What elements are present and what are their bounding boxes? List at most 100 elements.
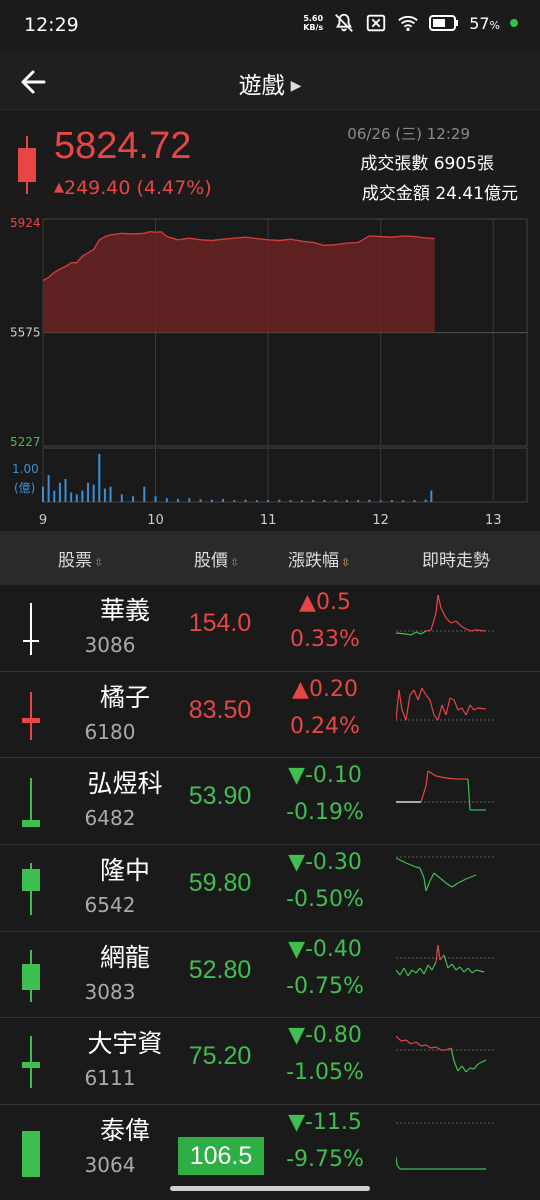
stock-row[interactable]: 華義 3086 154.0 ▲0.5 0.33% xyxy=(0,585,540,672)
volume-bar xyxy=(98,453,101,502)
spark-segment xyxy=(417,687,423,700)
spark-segment xyxy=(450,620,457,624)
volume-panel-frame xyxy=(42,447,528,503)
sort-active-icon: ⇳ xyxy=(341,556,351,569)
candle-body xyxy=(22,820,40,828)
spark-segment xyxy=(425,1044,432,1049)
wifi-icon xyxy=(398,15,418,32)
col-trend: 即時走勢 xyxy=(422,551,490,571)
volume-bar xyxy=(188,498,191,502)
y-tick-label: 5924 xyxy=(10,216,41,230)
x-tick-label: 11 xyxy=(260,513,277,528)
spark-segment xyxy=(420,1044,427,1048)
up-triangle-icon: ▲ xyxy=(54,180,64,195)
stock-list: 華義 3086 154.0 ▲0.5 0.33% 橘子 6180 83.50 ▲… xyxy=(0,585,540,1192)
spark-segment xyxy=(440,607,447,619)
stock-change-pct: -9.75% xyxy=(286,1147,364,1173)
spark-segment xyxy=(419,967,425,975)
spark-segment xyxy=(477,707,487,710)
spark-segment xyxy=(405,1039,412,1045)
close-box-icon xyxy=(367,14,386,32)
spark-segment xyxy=(396,1164,401,1170)
stock-change: ▼-11.5 xyxy=(288,1110,362,1136)
stock-change: ▼-0.40 xyxy=(288,936,362,962)
spark-segment xyxy=(453,1061,459,1072)
stock-code: 6542 xyxy=(84,893,136,918)
stock-row[interactable]: 弘煜科 6482 53.90 ▼-0.10 -0.19% xyxy=(0,758,540,846)
spark-segment xyxy=(420,786,427,803)
volume-bar xyxy=(222,498,225,502)
stock-change: ▼-0.10 xyxy=(288,763,362,789)
mute-icon xyxy=(335,13,354,32)
index-change: ▲249.40 (4.47%) xyxy=(54,177,212,199)
spark-segment xyxy=(427,770,437,777)
spark-segment xyxy=(429,872,435,882)
sort-change[interactable]: 漲跌幅 ⇳ xyxy=(288,546,350,571)
spark-segment xyxy=(431,961,437,971)
stock-row[interactable]: 網龍 3083 52.80 ▼-0.40 -0.75% xyxy=(0,931,540,1019)
stock-change-pct: -0.50% xyxy=(286,887,364,913)
spark-segment xyxy=(425,771,429,787)
spark-segment xyxy=(415,967,421,974)
candle-icon xyxy=(18,136,36,194)
y-tick-label: 5227 xyxy=(10,435,41,449)
spark-segment xyxy=(396,1036,402,1042)
stock-row[interactable]: 隆中 6542 59.80 ▼-0.30 -0.50% xyxy=(0,845,540,932)
spark-segment xyxy=(437,944,441,960)
x-tick-label: 9 xyxy=(39,513,47,528)
battery-percentage: 57% xyxy=(469,13,500,33)
spark-segment xyxy=(415,631,422,635)
status-bar: 12:29 5.60 KB/s 57% xyxy=(0,0,540,52)
status-dot xyxy=(510,19,518,27)
volume-bar xyxy=(87,482,90,502)
sort-stock[interactable]: 股票 ⇳ xyxy=(58,546,103,571)
stock-code: 3083 xyxy=(84,979,136,1004)
volume-bar xyxy=(109,486,112,502)
spark-segment xyxy=(465,704,471,715)
candle-body xyxy=(22,717,40,723)
stock-row[interactable]: 大宇資 6111 75.20 ▼-0.80 -1.05% xyxy=(0,1018,540,1106)
stock-change-pct: -0.19% xyxy=(286,800,364,826)
stock-change-pct: -1.05% xyxy=(286,1060,364,1086)
volume-bar xyxy=(390,500,393,502)
spark-segment xyxy=(419,867,425,879)
volume-bar xyxy=(103,488,106,502)
candle-body xyxy=(22,963,40,990)
spark-segment xyxy=(399,967,405,976)
spark-segment xyxy=(469,704,475,711)
home-indicator[interactable] xyxy=(170,1186,370,1191)
candle-icon xyxy=(22,1036,40,1089)
sparkline xyxy=(396,1122,496,1170)
stock-row[interactable]: 泰偉 3064 106.5 ▼-11.5 -9.75% xyxy=(0,1105,540,1192)
x-tick-label: 13 xyxy=(485,513,502,528)
page-title[interactable]: 遊戲 ▶ xyxy=(0,66,540,100)
stock-change-pct: 0.24% xyxy=(290,713,360,739)
sort-price[interactable]: 股價 ⇳ xyxy=(194,546,239,571)
y-tick-label: 5575 xyxy=(10,326,41,340)
volume-bar xyxy=(289,500,292,502)
spark-segment xyxy=(460,625,467,630)
candle-icon xyxy=(22,691,40,740)
stock-code: 6111 xyxy=(84,1066,136,1091)
spark-segment xyxy=(435,775,447,779)
spark-segment xyxy=(467,967,473,974)
candle-icon xyxy=(22,863,40,916)
spark-segment xyxy=(445,697,451,715)
spark-segment xyxy=(396,969,401,976)
network-speed: 5.60 KB/s xyxy=(303,14,324,32)
stock-change-pct: -0.75% xyxy=(286,973,364,999)
stock-code: 3086 xyxy=(84,633,136,657)
intraday-chart[interactable]: 5924 5575 5227 1.00 (億) 9 10 11 12 13 xyxy=(0,211,540,531)
volume-bar xyxy=(47,475,50,502)
spark-segment xyxy=(475,969,485,973)
stock-price: 106.5 xyxy=(178,1137,264,1176)
spark-segment xyxy=(457,878,467,884)
sparkline xyxy=(396,687,496,721)
volume-bar xyxy=(345,500,348,502)
volume-bar xyxy=(92,484,95,502)
spark-segment xyxy=(429,699,435,715)
volume-bar xyxy=(154,496,157,502)
stock-price: 75.20 xyxy=(188,1042,252,1071)
status-icons: 5.60 KB/s 57% xyxy=(303,12,518,34)
stock-row[interactable]: 橘子 6180 83.50 ▲0.20 0.24% xyxy=(0,671,540,759)
